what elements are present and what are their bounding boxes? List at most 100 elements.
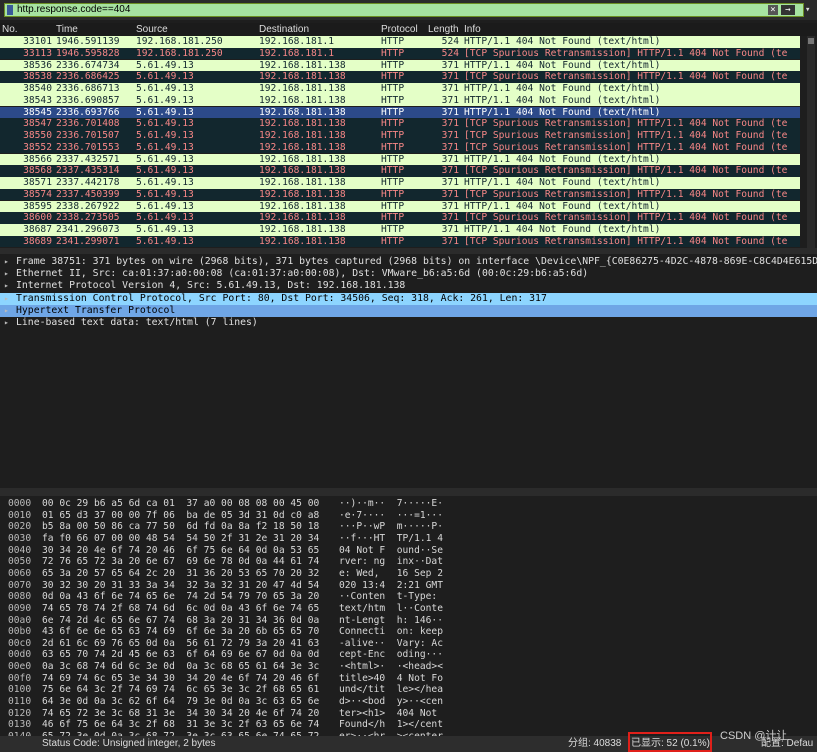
- apply-filter-icon[interactable]: →: [781, 5, 795, 15]
- packet-length: 371: [441, 153, 459, 165]
- packet-protocol: HTTP: [381, 165, 405, 177]
- packet-row[interactable]: 38543 2336.690857 5.61.49.13 192.168.181.13…: [0, 94, 800, 107]
- packet-protocol: HTTP: [381, 83, 405, 94]
- col-info-header[interactable]: Info: [464, 23, 481, 36]
- packet-row[interactable]: 38540 2336.686713 5.61.49.13 192.168.181.13…: [0, 83, 800, 95]
- packet-row[interactable]: 38566 2337.432571 5.61.49.13 192.168.181.13…: [0, 153, 800, 166]
- packet-time: 2336.701507: [56, 130, 120, 141]
- packet-row[interactable]: 38547 2336.701408 5.61.49.13 192.168.181.13…: [0, 118, 800, 130]
- hex-row[interactable]: 00d0 63 65 70 74 2d 45 6e 63 6f 64 69 6e …: [0, 649, 817, 661]
- expand-arrow-icon[interactable]: ▸: [4, 305, 9, 317]
- hex-row[interactable]: 0100 75 6e 64 3c 2f 74 69 74 6c 65 3e 3c …: [0, 684, 817, 696]
- detail-tree-item[interactable]: ▸ Ethernet II, Src: ca:01:37:a0:00:08 (ca…: [0, 268, 817, 280]
- packet-length: 371: [441, 212, 459, 224]
- col-source-header[interactable]: Source: [136, 23, 168, 36]
- hex-ascii: ·<html>· ·<head><: [339, 661, 443, 673]
- hex-offset: 0110: [8, 696, 32, 708]
- packet-info: [TCP Spurious Retransmission] HTTP/1.1 4…: [464, 47, 788, 59]
- packet-list-scrollbar[interactable]: [807, 36, 815, 248]
- packet-row[interactable]: 38600 2338.273505 5.61.49.13 192.168.181.13…: [0, 212, 800, 224]
- hex-row[interactable]: 0050 72 76 65 72 3a 20 6e 67 69 6e 78 0d …: [0, 556, 817, 568]
- pane-splitter[interactable]: [0, 488, 817, 496]
- col-destination-header[interactable]: Destination: [259, 23, 309, 36]
- packet-row[interactable]: 38568 2337.435314 5.61.49.13 192.168.181.13…: [0, 165, 800, 177]
- packet-info: [TCP Spurious Retransmission] HTTP/1.1 4…: [464, 141, 788, 153]
- hex-row[interactable]: 00b0 43 6f 6e 6e 65 63 74 69 6f 6e 3a 20 …: [0, 626, 817, 638]
- packet-destination: 192.168.181.138: [259, 200, 346, 212]
- hex-ascii: text/htm l··Conte: [339, 602, 443, 614]
- detail-tree-item[interactable]: ▸ Line-based text data: text/html (7 line…: [0, 317, 817, 329]
- col-protocol-header[interactable]: Protocol: [381, 23, 418, 36]
- packet-row[interactable]: 33101 1946.591139 192.168.181.250 192.168.1…: [0, 36, 800, 48]
- packet-length: 371: [441, 177, 459, 188]
- packet-destination: 192.168.181.138: [259, 212, 346, 224]
- packet-row[interactable]: 33113 1946.595828 192.168.181.250 192.168.1…: [0, 47, 800, 60]
- hex-row[interactable]: 0080 0d 0a 43 6f 6e 74 65 6e 74 2d 54 79 …: [0, 591, 817, 603]
- hex-row[interactable]: 00f0 74 69 74 6c 65 3e 34 30 34 20 4e 6f …: [0, 673, 817, 685]
- packet-row[interactable]: 38687 2341.296073 5.61.49.13 192.168.181.13…: [0, 224, 800, 236]
- pane-splitter[interactable]: [0, 248, 817, 254]
- hex-row[interactable]: 0030 fa f0 66 07 00 00 48 54 54 50 2f 31 …: [0, 533, 817, 545]
- hex-row[interactable]: 00e0 0a 3c 68 74 6d 6c 3e 0d 0a 3c 68 65 …: [0, 661, 817, 673]
- packet-row[interactable]: 38552 2336.701553 5.61.49.13 192.168.181.13…: [0, 141, 800, 154]
- packet-row[interactable]: 38550 2336.701507 5.61.49.13 192.168.181.13…: [0, 130, 800, 142]
- hex-row[interactable]: 00c0 2d 61 6c 69 76 65 0d 0a 56 61 72 79 …: [0, 638, 817, 650]
- packet-protocol: HTTP: [381, 141, 405, 153]
- hex-row[interactable]: 0010 01 65 d3 37 00 00 7f 06 ba de 05 3d …: [0, 510, 817, 522]
- hex-row[interactable]: 0130 46 6f 75 6e 64 3c 2f 68 31 3e 3c 2f …: [0, 719, 817, 731]
- hex-row[interactable]: 0000 00 0c 29 b6 a5 6d ca 01 37 a0 00 08 …: [0, 498, 817, 510]
- packet-info: HTTP/1.1 404 Not Found (text/html): [464, 36, 661, 47]
- packet-row[interactable]: 38571 2337.442178 5.61.49.13 192.168.181.13…: [0, 177, 800, 189]
- packet-row[interactable]: 38545 2336.693766 5.61.49.13 192.168.181.13…: [0, 106, 800, 119]
- detail-tree-item[interactable]: ▸ Internet Protocol Version 4, Src: 5.61.…: [0, 280, 817, 292]
- expand-arrow-icon[interactable]: ▸: [4, 317, 9, 329]
- hex-row[interactable]: 00a0 6e 74 2d 4c 65 6e 67 74 68 3a 20 31 …: [0, 615, 817, 627]
- col-time-header[interactable]: Time: [56, 23, 78, 36]
- packet-length: 371: [441, 71, 459, 83]
- detail-tree-item[interactable]: ▸ Transmission Control Protocol, Src Port…: [0, 292, 817, 305]
- col-no-header[interactable]: No.: [2, 23, 18, 36]
- chevron-down-icon[interactable]: ▾: [805, 5, 811, 15]
- scrollbar-thumb[interactable]: [808, 38, 814, 44]
- packet-info: [TCP Spurious Retransmission] HTTP/1.1 4…: [464, 235, 788, 247]
- detail-tree-item[interactable]: ▸ Hypertext Transfer Protocol: [0, 304, 817, 317]
- packet-destination: 192.168.181.138: [259, 106, 346, 118]
- packet-source: 5.61.49.13: [136, 106, 194, 118]
- detail-text: Frame 38751: 371 bytes on wire (2968 bit…: [16, 256, 817, 267]
- hex-row[interactable]: 0090 74 65 78 74 2f 68 74 6d 6c 0d 0a 43 …: [0, 603, 817, 615]
- display-filter-input[interactable]: http.response.code==404 × → ▾: [4, 3, 810, 17]
- expand-arrow-icon[interactable]: ▸: [4, 293, 9, 305]
- packet-row[interactable]: 38538 2336.686425 5.61.49.13 192.168.181.13…: [0, 71, 800, 83]
- packet-list[interactable]: 33101 1946.591139 192.168.181.250 192.168.1…: [0, 36, 800, 248]
- expand-arrow-icon[interactable]: ▸: [4, 256, 9, 268]
- hex-bytes: 00 0c 29 b6 a5 6d ca 01 37 a0 00 08 08 0…: [42, 498, 320, 509]
- hex-row[interactable]: 0070 30 32 30 20 31 33 3a 34 32 3a 32 31 …: [0, 580, 817, 592]
- col-length-header[interactable]: Length: [428, 23, 459, 36]
- packet-row[interactable]: 38536 2336.674734 5.61.49.13 192.168.181.13…: [0, 59, 800, 72]
- hex-row[interactable]: 0020 b5 8a 00 50 86 ca 77 50 6d fd 0a 8a …: [0, 521, 817, 533]
- clear-filter-icon[interactable]: ×: [768, 5, 778, 15]
- packet-row[interactable]: 38574 2337.450399 5.61.49.13 192.168.181.13…: [0, 188, 800, 201]
- packet-row[interactable]: 38689 2341.299071 5.61.49.13 192.168.181.13…: [0, 235, 800, 248]
- hex-row[interactable]: 0110 64 3e 0d 0a 3c 62 6f 64 79 3e 0d 0a …: [0, 696, 817, 708]
- packet-time: 1946.595828: [56, 47, 120, 59]
- hex-bytes: 43 6f 6e 6e 65 63 74 69 6f 6e 3a 20 6b 6…: [42, 626, 320, 638]
- expand-arrow-icon[interactable]: ▸: [4, 268, 9, 280]
- hex-row[interactable]: 0040 30 34 20 4e 6f 74 20 46 6f 75 6e 64 …: [0, 545, 817, 557]
- packet-source: 5.61.49.13: [136, 200, 194, 212]
- hex-row[interactable]: 0120 74 65 72 3e 3c 68 31 3e 34 30 34 20 …: [0, 708, 817, 720]
- hex-ascii: Found</h 1></cent: [339, 719, 443, 731]
- packet-no: 38595: [23, 200, 52, 212]
- packet-time: 2338.267922: [56, 200, 120, 212]
- packet-info: [TCP Spurious Retransmission] HTTP/1.1 4…: [464, 212, 788, 224]
- packet-row[interactable]: 38595 2338.267922 5.61.49.13 192.168.181.13…: [0, 200, 800, 213]
- packet-protocol: HTTP: [381, 94, 405, 106]
- filter-text[interactable]: http.response.code==404: [17, 4, 130, 16]
- packet-source: 5.61.49.13: [136, 153, 194, 165]
- hex-bytes: 74 65 72 3e 3c 68 31 3e 34 30 34 20 4e 6…: [42, 707, 320, 719]
- hex-offset: 0070: [8, 579, 32, 591]
- hex-row[interactable]: 0060 65 3a 20 57 65 64 2c 20 31 36 20 53 …: [0, 568, 817, 580]
- expand-arrow-icon[interactable]: ▸: [4, 280, 9, 292]
- bookmark-icon[interactable]: [7, 5, 13, 15]
- detail-tree-item[interactable]: ▸ Frame 38751: 371 bytes on wire (2968 bi…: [0, 256, 817, 268]
